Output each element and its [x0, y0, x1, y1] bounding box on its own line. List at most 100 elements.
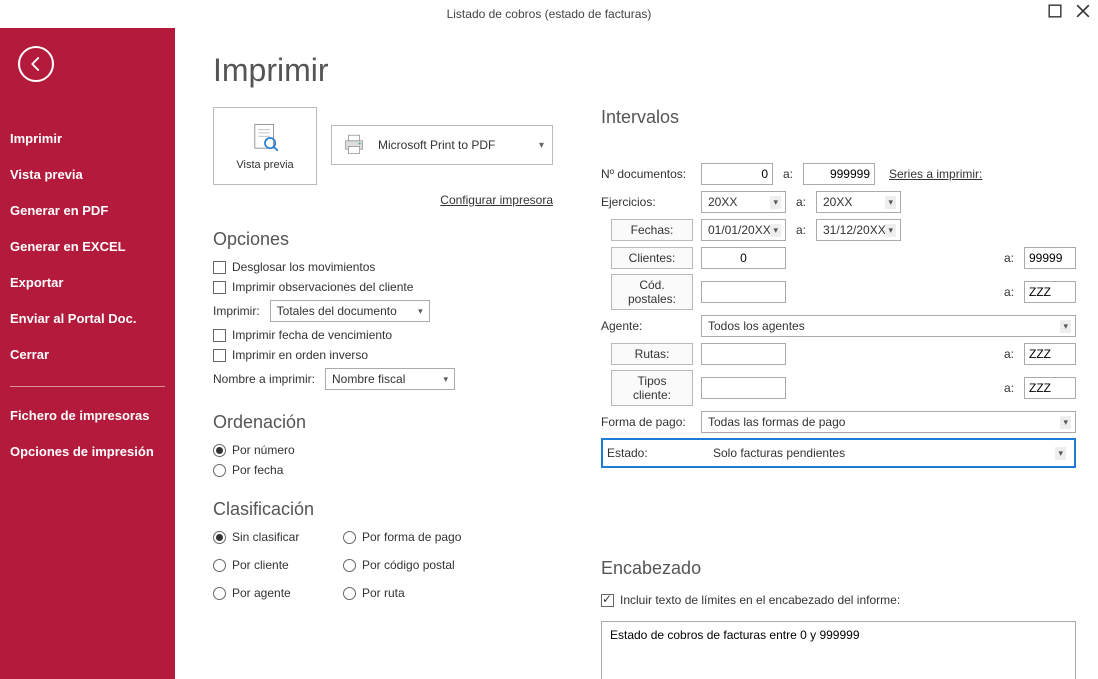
- checkbox-observaciones[interactable]: [213, 281, 226, 294]
- sidebar-item-excel[interactable]: Generar en EXCEL: [0, 228, 175, 264]
- radio-por-forma-pago[interactable]: [343, 531, 356, 544]
- label-a: a:: [1002, 285, 1016, 299]
- checkbox-inverso[interactable]: [213, 349, 226, 362]
- radio-por-cliente[interactable]: [213, 559, 226, 572]
- select-value: Totales del documento: [277, 304, 397, 318]
- sidebar-label: Generar en EXCEL: [10, 239, 126, 254]
- series-link[interactable]: Series a imprimir:: [889, 167, 982, 181]
- dd-value: 31/12/20XX: [823, 223, 886, 237]
- label-agente: Agente:: [601, 319, 693, 333]
- dd-value: 20XX: [823, 195, 852, 209]
- vista-previa-button[interactable]: Vista previa: [213, 107, 317, 185]
- sidebar: Imprimir Vista previa Generar en PDF Gen…: [0, 28, 175, 679]
- label-c2: Por cliente: [232, 558, 289, 572]
- preview-label: Vista previa: [236, 159, 293, 171]
- label-porfecha: Por fecha: [232, 463, 283, 477]
- sidebar-item-pdf[interactable]: Generar en PDF: [0, 192, 175, 228]
- button-codpost[interactable]: Cód. postales:: [611, 274, 693, 310]
- sidebar-separator: [10, 386, 165, 387]
- radio-por-numero[interactable]: [213, 444, 226, 457]
- radio-por-fecha[interactable]: [213, 464, 226, 477]
- checkbox-desglosar[interactable]: [213, 261, 226, 274]
- dd-value: Todos los agentes: [708, 319, 805, 333]
- select-ejerc-to[interactable]: 20XX ▾: [816, 191, 901, 213]
- label-a: a:: [794, 223, 808, 237]
- sidebar-label: Vista previa: [10, 167, 83, 182]
- textarea-encabezado[interactable]: [601, 621, 1076, 679]
- dd-value: 01/01/20XX: [708, 223, 771, 237]
- section-intervalos: Intervalos: [601, 107, 1076, 128]
- input-ndoc-to[interactable]: [803, 163, 875, 185]
- checkbox-incluir-limites[interactable]: [601, 594, 614, 607]
- input-ndoc-from[interactable]: [701, 163, 773, 185]
- input-codpost-from[interactable]: [701, 281, 786, 303]
- chevron-down-icon: ▾: [885, 224, 896, 237]
- document-preview-icon: [248, 121, 282, 155]
- sidebar-item-opciones[interactable]: Opciones de impresión: [0, 433, 175, 469]
- label-pornum: Por número: [232, 443, 295, 457]
- label-imprimir: Imprimir:: [213, 304, 260, 318]
- button-rutas[interactable]: Rutas:: [611, 343, 693, 365]
- checkbox-fechavenc[interactable]: [213, 329, 226, 342]
- button-fechas[interactable]: Fechas:: [611, 219, 693, 241]
- radio-por-agente[interactable]: [213, 587, 226, 600]
- select-estado[interactable]: Solo facturas pendientes ▾: [707, 442, 1070, 464]
- sidebar-item-vista-previa[interactable]: Vista previa: [0, 156, 175, 192]
- main-panel: Imprimir Vista previa: [175, 28, 1098, 679]
- back-button[interactable]: [18, 46, 54, 82]
- sidebar-item-cerrar[interactable]: Cerrar: [0, 336, 175, 372]
- configure-printer-link[interactable]: Configurar impresora: [213, 193, 553, 207]
- sidebar-item-fichero[interactable]: Fichero de impresoras: [0, 397, 175, 433]
- dd-value: Solo facturas pendientes: [713, 446, 845, 460]
- select-fecha-from[interactable]: 01/01/20XX▾: [701, 219, 786, 241]
- input-clientes-from[interactable]: [701, 247, 786, 269]
- sidebar-label: Enviar al Portal Doc.: [10, 311, 136, 326]
- sidebar-label: Imprimir: [10, 131, 62, 146]
- dd-value: Todas las formas de pago: [708, 415, 845, 429]
- section-opciones: Opciones: [213, 229, 553, 250]
- sidebar-item-imprimir[interactable]: Imprimir: [0, 120, 175, 156]
- label-desglosar: Desglosar los movimientos: [232, 260, 375, 274]
- input-tipos-to[interactable]: [1024, 377, 1076, 399]
- select-fecha-to[interactable]: 31/12/20XX▾: [816, 219, 901, 241]
- sidebar-item-exportar[interactable]: Exportar: [0, 264, 175, 300]
- printer-name: Microsoft Print to PDF: [378, 138, 495, 152]
- page-title: Imprimir: [213, 52, 1076, 89]
- button-clientes[interactable]: Clientes:: [611, 247, 693, 269]
- input-clientes-to[interactable]: [1024, 247, 1076, 269]
- radio-por-ruta[interactable]: [343, 587, 356, 600]
- select-ejerc-from[interactable]: 20XX ▾: [701, 191, 786, 213]
- sidebar-item-portal[interactable]: Enviar al Portal Doc.: [0, 300, 175, 336]
- chevron-down-icon: ▾: [418, 306, 423, 317]
- select-nombre[interactable]: Nombre fiscal▾: [325, 368, 455, 390]
- select-agente[interactable]: Todos los agentes▾: [701, 315, 1076, 337]
- select-forma-pago[interactable]: Todas las formas de pago ▾: [701, 411, 1076, 433]
- input-codpost-to[interactable]: [1024, 281, 1076, 303]
- printer-icon: [340, 131, 368, 159]
- input-rutas-from[interactable]: [701, 343, 786, 365]
- radio-sin-clasificar[interactable]: [213, 531, 226, 544]
- button-tipos[interactable]: Tipos cliente:: [611, 370, 693, 406]
- input-tipos-from[interactable]: [701, 377, 786, 399]
- printer-selector[interactable]: Microsoft Print to PDF ▾: [331, 125, 553, 165]
- label-a: a:: [1002, 347, 1016, 361]
- chevron-down-icon: ▾: [1055, 447, 1066, 460]
- input-rutas-to[interactable]: [1024, 343, 1076, 365]
- label-a: a:: [1002, 381, 1016, 395]
- label-estado: Estado:: [607, 446, 699, 460]
- label-c4: Por agente: [232, 586, 291, 600]
- close-icon[interactable]: [1076, 4, 1090, 18]
- chevron-down-icon: ▾: [1060, 416, 1071, 429]
- label-inverso: Imprimir en orden inverso: [232, 348, 368, 362]
- chevron-down-icon: ▾: [770, 196, 781, 209]
- maximize-icon[interactable]: [1048, 4, 1062, 18]
- select-imprimir[interactable]: Totales del documento ▾: [270, 300, 430, 322]
- label-a: a:: [794, 195, 808, 209]
- label-ndoc: Nº documentos:: [601, 167, 693, 181]
- label-incluir: Incluir texto de límites en el encabezad…: [620, 593, 900, 607]
- radio-por-codigo-postal[interactable]: [343, 559, 356, 572]
- label-a: a:: [1002, 251, 1016, 265]
- dd-value: 20XX: [708, 195, 737, 209]
- label-ejerc: Ejercicios:: [601, 195, 693, 209]
- chevron-down-icon: ▾: [885, 196, 896, 209]
